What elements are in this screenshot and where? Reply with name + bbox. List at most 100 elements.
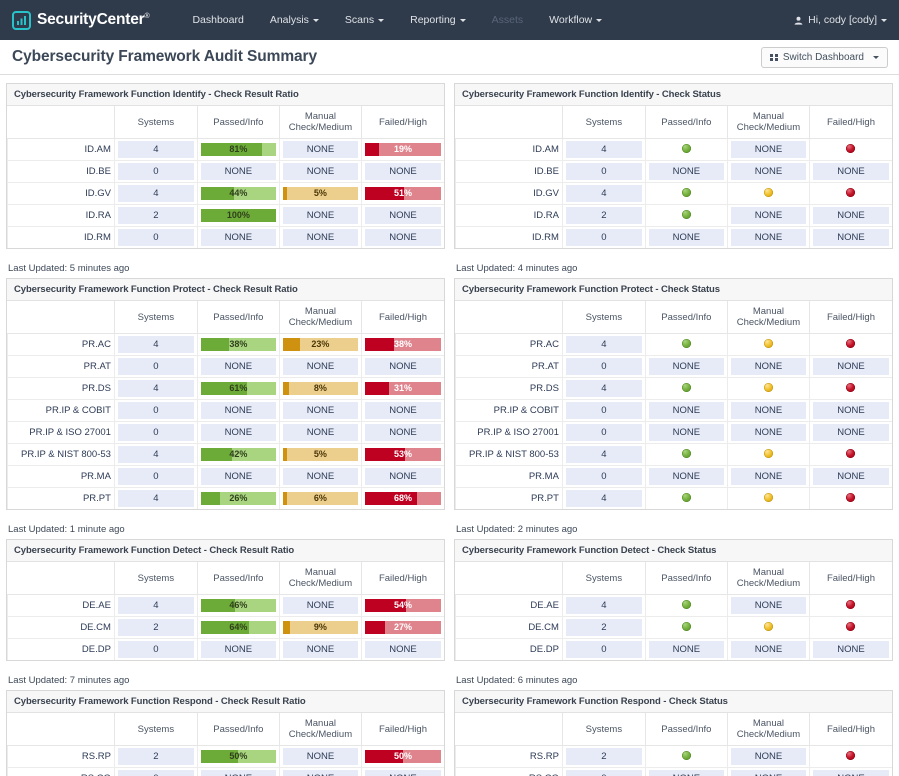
table-row[interactable]: PR.IP & ISO 27001 0 NONE NONE NONE: [7, 421, 444, 444]
column-header[interactable]: Passed/Info: [196, 301, 280, 334]
nav-item-dashboard[interactable]: Dashboard: [179, 8, 256, 32]
column-header[interactable]: Manual Check/Medium: [726, 713, 810, 746]
cell-manual: NONE: [278, 767, 362, 776]
nav-item-scans[interactable]: Scans: [332, 8, 397, 32]
table-header-row: Systems Passed/Info Manual Check/Medium Fai…: [455, 106, 892, 139]
table-row[interactable]: ID.GV 4 44% 5% 51%: [7, 182, 444, 205]
column-header[interactable]: Manual Check/Medium: [278, 106, 362, 139]
table-row[interactable]: PR.IP & ISO 27001 0 NONE NONE NONE: [455, 421, 892, 444]
table-row[interactable]: RS.RP 2 NONE: [455, 745, 892, 768]
table-row[interactable]: DE.DP 0 NONE NONE NONE: [455, 638, 892, 660]
ratio-bar-amber: 8%: [282, 382, 358, 395]
column-header[interactable]: Failed/High: [360, 562, 444, 595]
table-row[interactable]: DE.AE 4 NONE: [455, 594, 892, 617]
column-header[interactable]: Manual Check/Medium: [278, 713, 362, 746]
column-header[interactable]: Systems: [113, 106, 198, 139]
chevron-down-icon: [312, 18, 319, 22]
table-row[interactable]: PR.MA 0 NONE NONE NONE: [455, 465, 892, 488]
table-row[interactable]: PR.IP & COBIT 0 NONE NONE NONE: [455, 399, 892, 422]
systems-count: 4: [565, 141, 642, 158]
column-header[interactable]: Passed/Info: [644, 713, 728, 746]
table-row[interactable]: ID.RM 0 NONE NONE NONE: [7, 226, 444, 248]
column-header[interactable]: Passed/Info: [196, 106, 280, 139]
table-row[interactable]: PR.AC 4: [455, 333, 892, 356]
table-row[interactable]: ID.AM 4 81% NONE 19%: [7, 138, 444, 161]
cell-passed: [644, 443, 728, 466]
table-row[interactable]: PR.DS 4: [455, 377, 892, 400]
column-header[interactable]: Passed/Info: [644, 562, 728, 595]
column-header[interactable]: Failed/High: [360, 301, 444, 334]
column-header[interactable]: Systems: [561, 106, 646, 139]
table-row[interactable]: PR.MA 0 NONE NONE NONE: [7, 465, 444, 488]
dashboard-panel: Cybersecurity Framework Function Protect…: [454, 278, 893, 510]
status-indicator: [813, 492, 889, 505]
ratio-bar-red: 50%: [364, 750, 441, 763]
table-row[interactable]: DE.CM 2 64% 9% 27%: [7, 616, 444, 639]
column-header[interactable]: Systems: [113, 301, 198, 334]
table-row[interactable]: PR.IP & NIST 800-53 4 42% 5% 53%: [7, 443, 444, 466]
user-menu[interactable]: Hi, cody [cody]: [794, 0, 887, 40]
column-header[interactable]: Failed/High: [808, 713, 892, 746]
table-row[interactable]: RS.CO0 NONE NONE NONE: [7, 767, 444, 776]
column-header[interactable]: Systems: [113, 713, 198, 746]
nav-item-analysis[interactable]: Analysis: [257, 8, 332, 32]
column-header[interactable]: Manual Check/Medium: [278, 301, 362, 334]
table-row[interactable]: ID.BE 0 NONE NONE NONE: [455, 160, 892, 183]
column-header[interactable]: Failed/High: [360, 106, 444, 139]
table-row[interactable]: ID.RA 2 NONE NONE: [455, 204, 892, 227]
table-row[interactable]: ID.AM 4 NONE: [455, 138, 892, 161]
column-header[interactable]: Systems: [561, 713, 646, 746]
cell-systems: 4: [561, 594, 646, 617]
nav-item-workflow[interactable]: Workflow: [536, 8, 615, 32]
table-row[interactable]: PR.IP & NIST 800-53 4: [455, 443, 892, 466]
column-header[interactable]: Passed/Info: [644, 301, 728, 334]
table-row[interactable]: RS.CO0 NONE NONE NONE: [455, 767, 892, 776]
systems-count: 0: [117, 641, 194, 658]
table-row[interactable]: RS.RP 2 50% NONE 50%: [7, 745, 444, 768]
brand-logo-link[interactable]: SecurityCenter®: [12, 10, 150, 30]
column-header[interactable]: Manual Check/Medium: [726, 301, 810, 334]
column-header[interactable]: Systems: [113, 562, 198, 595]
ratio-bar-red: 68%: [364, 492, 441, 505]
column-header[interactable]: Failed/High: [360, 713, 444, 746]
panel-title: Cybersecurity Framework Function Respond…: [455, 691, 892, 713]
column-header[interactable]: Manual Check/Medium: [278, 562, 362, 595]
column-header[interactable]: Systems: [561, 562, 646, 595]
column-header[interactable]: Failed/High: [808, 562, 892, 595]
column-header[interactable]: Failed/High: [808, 301, 892, 334]
table-row[interactable]: PR.PT 4: [455, 487, 892, 509]
cell-passed: NONE: [196, 638, 280, 660]
column-header[interactable]: Passed/Info: [644, 106, 728, 139]
table-row[interactable]: PR.AT 0 NONE NONE NONE: [7, 355, 444, 378]
cell-manual: NONE: [726, 160, 810, 183]
switch-dashboard-button[interactable]: Switch Dashboard: [761, 47, 888, 68]
table-row[interactable]: PR.AT 0 NONE NONE NONE: [455, 355, 892, 378]
table-row[interactable]: ID.RA 2 100% NONE NONE: [7, 204, 444, 227]
cell-passed: NONE: [644, 160, 728, 183]
cell-systems: 0: [561, 421, 646, 444]
row-label: RS.RP: [455, 745, 563, 768]
nav-item-reporting[interactable]: Reporting: [397, 8, 479, 32]
table-row[interactable]: DE.CM 2: [455, 616, 892, 639]
column-header[interactable]: Passed/Info: [196, 562, 280, 595]
column-header[interactable]: Failed/High: [808, 106, 892, 139]
table-row[interactable]: PR.DS 4 61% 8% 31%: [7, 377, 444, 400]
column-header[interactable]: Manual Check/Medium: [726, 106, 810, 139]
table-row[interactable]: DE.AE 4 46% NONE 54%: [7, 594, 444, 617]
table-row[interactable]: PR.AC 4 38% 23% 38%: [7, 333, 444, 356]
cell-systems: 0: [113, 160, 198, 183]
table-row[interactable]: ID.BE 0 NONE NONE NONE: [7, 160, 444, 183]
table-row[interactable]: PR.IP & COBIT 0 NONE NONE NONE: [7, 399, 444, 422]
column-header[interactable]: Manual Check/Medium: [726, 562, 810, 595]
systems-count: 0: [565, 402, 642, 419]
column-header-blank: [7, 713, 115, 746]
table-row[interactable]: DE.DP 0 NONE NONE NONE: [7, 638, 444, 660]
ratio-bar-label: 38%: [229, 339, 248, 349]
value-none: NONE: [282, 641, 358, 658]
column-header[interactable]: Systems: [561, 301, 646, 334]
table-row[interactable]: ID.GV 4: [455, 182, 892, 205]
cell-failed: [808, 616, 892, 639]
table-row[interactable]: ID.RM 0 NONE NONE NONE: [455, 226, 892, 248]
table-row[interactable]: PR.PT 4 26% 6% 68%: [7, 487, 444, 509]
column-header[interactable]: Passed/Info: [196, 713, 280, 746]
